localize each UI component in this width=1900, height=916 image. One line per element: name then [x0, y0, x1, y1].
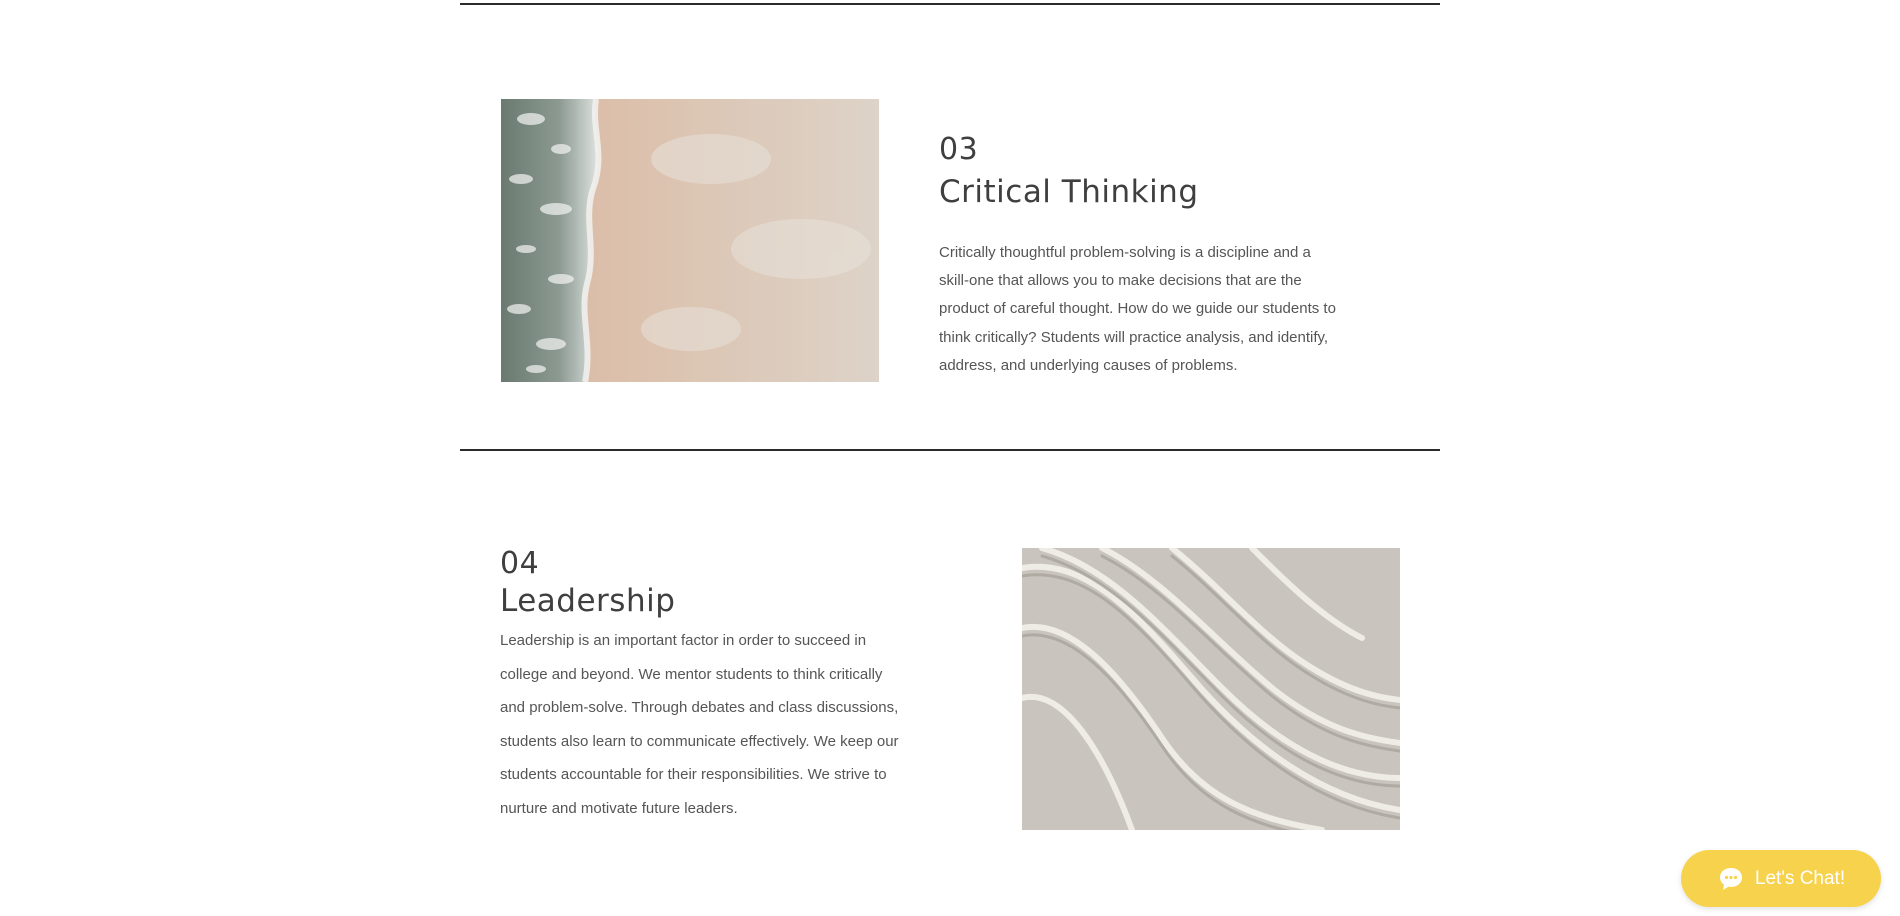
sand-ripples-image [1022, 548, 1400, 830]
top-divider [460, 3, 1440, 5]
section-title: Leadership [500, 583, 676, 619]
chat-button-label: Let's Chat! [1754, 867, 1846, 889]
beach-shoreline-image [501, 99, 879, 382]
section-description: Leadership is an important factor in ord… [500, 632, 899, 817]
chat-bubble-icon [1719, 867, 1742, 890]
section-title: Critical Thinking [939, 174, 1199, 210]
section-number: 04 [500, 546, 540, 581]
lets-chat-button[interactable]: Let's Chat! [1681, 850, 1881, 907]
section-divider [460, 449, 1440, 451]
section-description: Critically thoughtful problem-solving is… [939, 244, 1336, 374]
section-number: 03 [939, 132, 979, 167]
